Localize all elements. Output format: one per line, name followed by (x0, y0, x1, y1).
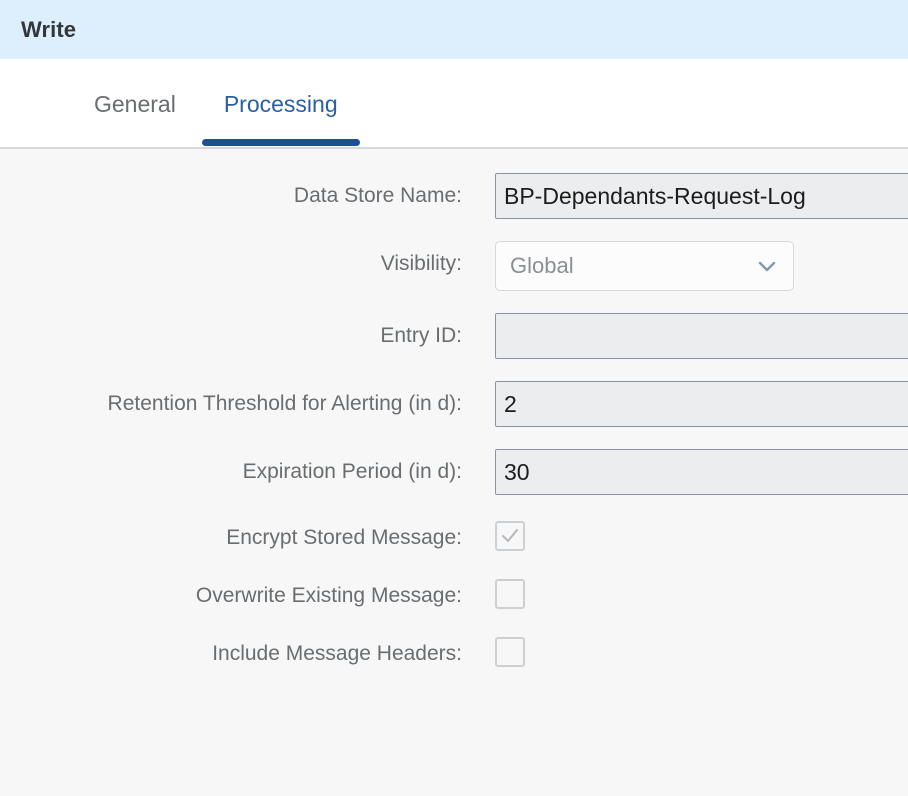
form-row-data-store-name: Data Store Name: (0, 173, 908, 219)
form-row-retention-threshold: Retention Threshold for Alerting (in d): (0, 381, 908, 427)
page-title: Write (21, 16, 77, 42)
processing-form: Data Store Name: Visibility: Global Entr… (0, 149, 908, 794)
checkmark-icon (500, 526, 520, 546)
label-encrypt-stored-message: Encrypt Stored Message: (226, 526, 462, 549)
label-overwrite-existing-message: Overwrite Existing Message: (195, 584, 462, 607)
overwrite-existing-message-checkbox[interactable] (495, 579, 525, 609)
form-row-include-message-headers: Include Message Headers: (0, 633, 908, 669)
control-retention-threshold (462, 381, 908, 427)
control-entry-id (462, 313, 908, 359)
form-row-overwrite-existing-message: Overwrite Existing Message: (0, 575, 908, 611)
visibility-selected-value: Global (510, 253, 574, 278)
tab-general[interactable]: General (70, 59, 200, 149)
label-retention-threshold: Retention Threshold for Alerting (in d): (107, 392, 462, 415)
tab-active-indicator (201, 139, 360, 146)
dialog-header: Write (0, 0, 908, 59)
control-data-store-name (462, 173, 908, 219)
expiration-period-input[interactable] (495, 449, 908, 495)
control-include-message-headers (462, 633, 908, 667)
form-row-entry-id: Entry ID: (0, 313, 908, 359)
form-row-encrypt-stored-message: Encrypt Stored Message: (0, 517, 908, 553)
retention-threshold-input[interactable] (495, 381, 908, 427)
control-overwrite-existing-message (462, 575, 908, 609)
tab-processing[interactable]: Processing (200, 59, 362, 149)
label-include-message-headers: Include Message Headers: (212, 642, 462, 665)
label-visibility: Visibility: (380, 252, 462, 275)
label-entry-id: Entry ID: (380, 324, 462, 347)
form-row-expiration-period: Expiration Period (in d): (0, 449, 908, 495)
tab-general-label: General (94, 90, 176, 117)
include-message-headers-checkbox[interactable] (495, 637, 525, 667)
tab-processing-label: Processing (223, 90, 338, 117)
entry-id-input[interactable] (495, 313, 908, 359)
visibility-select[interactable]: Global (495, 241, 794, 291)
chevron-down-icon (755, 254, 779, 278)
control-visibility: Global (462, 241, 908, 291)
tab-bar: General Processing (0, 59, 908, 149)
control-encrypt-stored-message (462, 517, 908, 551)
control-expiration-period (462, 449, 908, 495)
encrypt-stored-message-checkbox[interactable] (495, 521, 525, 551)
label-data-store-name: Data Store Name: (293, 184, 462, 207)
form-row-visibility: Visibility: Global (0, 241, 908, 291)
label-expiration-period: Expiration Period (in d): (242, 460, 462, 483)
data-store-name-input[interactable] (495, 173, 908, 219)
